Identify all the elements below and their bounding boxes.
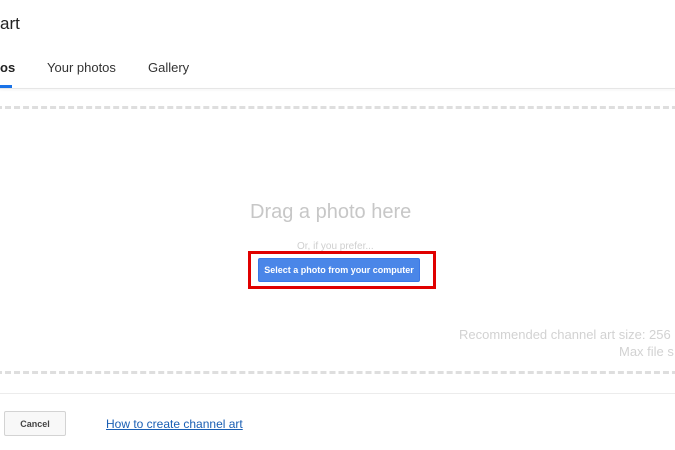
tab-upload-photos[interactable]: os — [0, 60, 15, 75]
how-to-create-channel-art-link[interactable]: How to create channel art — [106, 417, 243, 431]
select-photo-button[interactable]: Select a photo from your computer — [258, 258, 420, 282]
footer-divider — [0, 393, 675, 394]
drag-photo-text: Drag a photo here — [250, 201, 412, 223]
tabs-divider — [0, 88, 675, 89]
dialog-title: art — [0, 14, 20, 33]
tab-bar: os Your photos Gallery — [0, 50, 675, 88]
cancel-button[interactable]: Cancel — [4, 411, 66, 436]
channel-art-dialog: art os Your photos Gallery Drag a photo … — [0, 0, 675, 450]
max-file-size-text: Max file s — [619, 344, 674, 359]
tab-your-photos[interactable]: Your photos — [47, 60, 116, 75]
tab-gallery[interactable]: Gallery — [148, 60, 189, 75]
recommended-size-text: Recommended channel art size: 256 — [459, 327, 671, 342]
